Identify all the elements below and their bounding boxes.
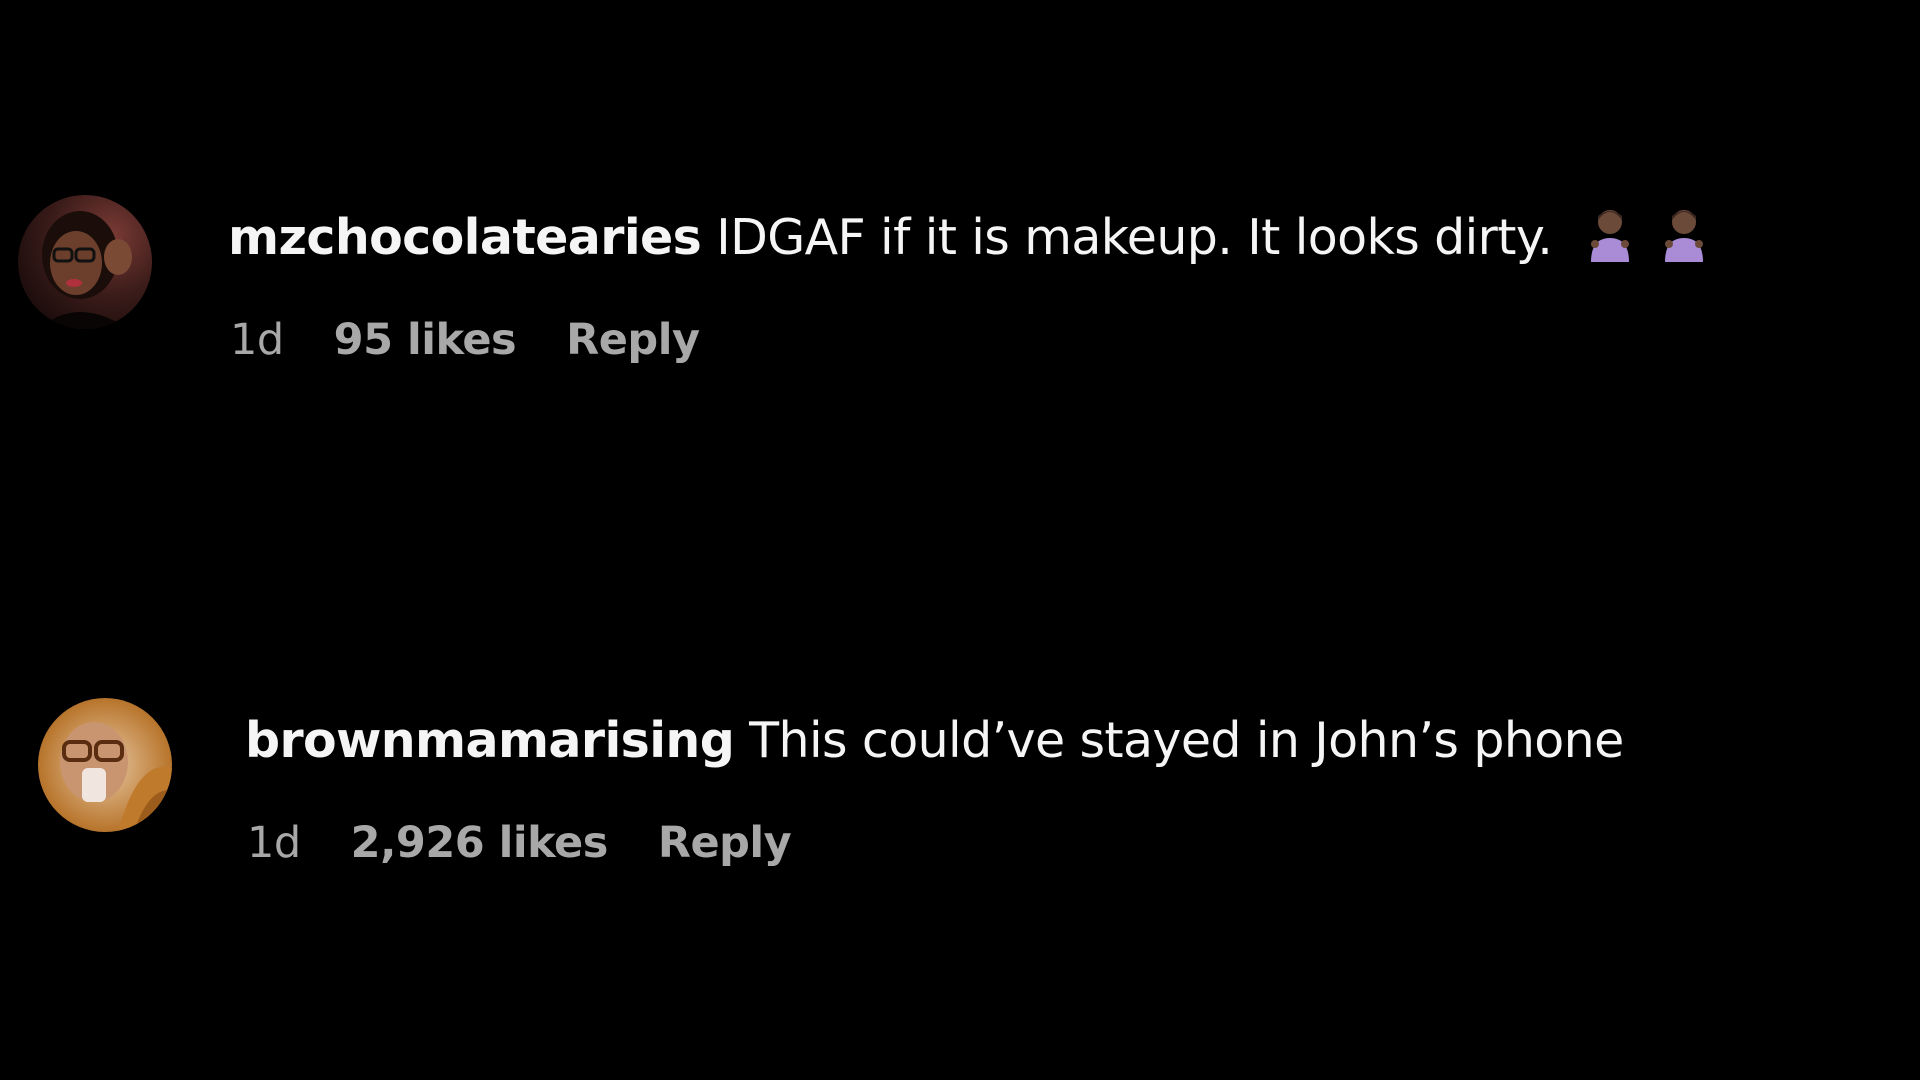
woman-shrugging-emoji-icon	[1661, 206, 1707, 262]
reply-button[interactable]: Reply	[658, 818, 792, 868]
comment-body: This could’ve stayed in John’s phone	[749, 712, 1624, 769]
like-count[interactable]: 2,926 likes	[351, 818, 609, 868]
comment-meta: 1d 2,926 likes Reply	[247, 817, 792, 869]
username-link[interactable]: brownmamarising	[245, 712, 735, 769]
woman-shrugging-emoji-icon	[1587, 206, 1633, 262]
comment-meta: 1d 95 likes Reply	[230, 314, 700, 366]
reply-button[interactable]: Reply	[566, 315, 700, 365]
comments-panel: mzchocolatearies IDGAF if it is makeup. …	[0, 0, 1920, 1080]
like-count[interactable]: 95 likes	[334, 315, 517, 365]
username-link[interactable]: mzchocolatearies	[228, 209, 702, 266]
comment-timestamp: 1d	[247, 818, 301, 868]
comment-timestamp: 1d	[230, 315, 284, 365]
comment-body: IDGAF if it is makeup. It looks dirty.	[716, 209, 1553, 266]
avatar[interactable]	[38, 698, 172, 832]
comment-text-line: brownmamarising This could’ve stayed in …	[245, 711, 1624, 771]
avatar[interactable]	[18, 195, 152, 329]
comment-text-line: mzchocolatearies IDGAF if it is makeup. …	[228, 206, 1707, 268]
